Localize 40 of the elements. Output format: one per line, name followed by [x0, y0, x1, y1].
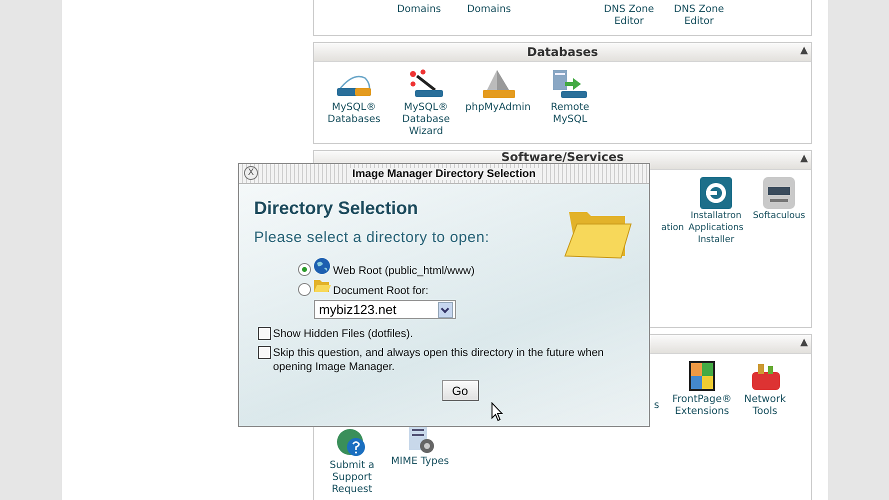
- domain-dropdown[interactable]: mybiz123.net: [314, 300, 456, 319]
- app-link[interactable]: FrontPage® Extensions: [668, 394, 736, 418]
- app-link[interactable]: Network Tools: [736, 394, 794, 418]
- app-link[interactable]: DNS Zone Editor: [594, 0, 664, 28]
- app-link[interactable]: MySQL® Database Wizard: [390, 102, 462, 138]
- chevron-down-icon: [438, 302, 453, 318]
- globe-icon: [313, 257, 331, 275]
- checkbox-label: Show Hidden Files (dotfiles).: [273, 327, 414, 341]
- panel-title: Databases: [526, 46, 598, 58]
- dialog-heading: Directory Selection: [254, 198, 420, 219]
- collapse-toggle[interactable]: ▲: [800, 153, 808, 164]
- collapse-toggle[interactable]: ▲: [800, 45, 808, 56]
- app-link[interactable]: ation: [654, 222, 684, 234]
- radio-button[interactable]: [298, 283, 311, 296]
- app-link[interactable]: DNS Zone Editor: [664, 0, 734, 28]
- app-tile-icon: [760, 176, 798, 210]
- collapse-toggle[interactable]: ▲: [800, 337, 808, 348]
- checkbox[interactable]: [258, 346, 271, 359]
- close-button[interactable]: X: [244, 166, 258, 180]
- radio-button[interactable]: [298, 263, 311, 276]
- checkbox[interactable]: [258, 327, 271, 340]
- radio-label: Web Root (public_html/www): [333, 265, 475, 277]
- app-link[interactable]: Domains: [384, 0, 454, 16]
- mouse-pointer-icon: [491, 402, 503, 422]
- app-link[interactable]: Remote MySQL: [534, 102, 606, 126]
- folder-icon: [313, 277, 331, 295]
- radio-label: Document Root for:: [333, 285, 428, 297]
- app-link[interactable]: Softaculous: [752, 210, 806, 222]
- app-link[interactable]: s: [654, 400, 668, 412]
- prompt-text: Please select a directory to open:: [254, 229, 490, 246]
- app-link[interactable]: MySQL® Databases: [318, 102, 390, 126]
- app-link[interactable]: Installatron Applications Installer: [684, 210, 748, 246]
- app-link[interactable]: Domains: [454, 0, 524, 16]
- dialog-title: Image Manager Directory Selection: [349, 168, 539, 180]
- app-link[interactable]: Submit a Support Request: [318, 460, 386, 496]
- app-link[interactable]: phpMyAdmin: [465, 102, 531, 114]
- app-link[interactable]: MIME Types: [391, 456, 449, 468]
- go-button[interactable]: Go: [442, 380, 478, 401]
- panel-title: Software/Services: [501, 151, 624, 164]
- checkbox-label: Skip this question, and always open this directory in the future when opening Image Manager.: [273, 346, 605, 374]
